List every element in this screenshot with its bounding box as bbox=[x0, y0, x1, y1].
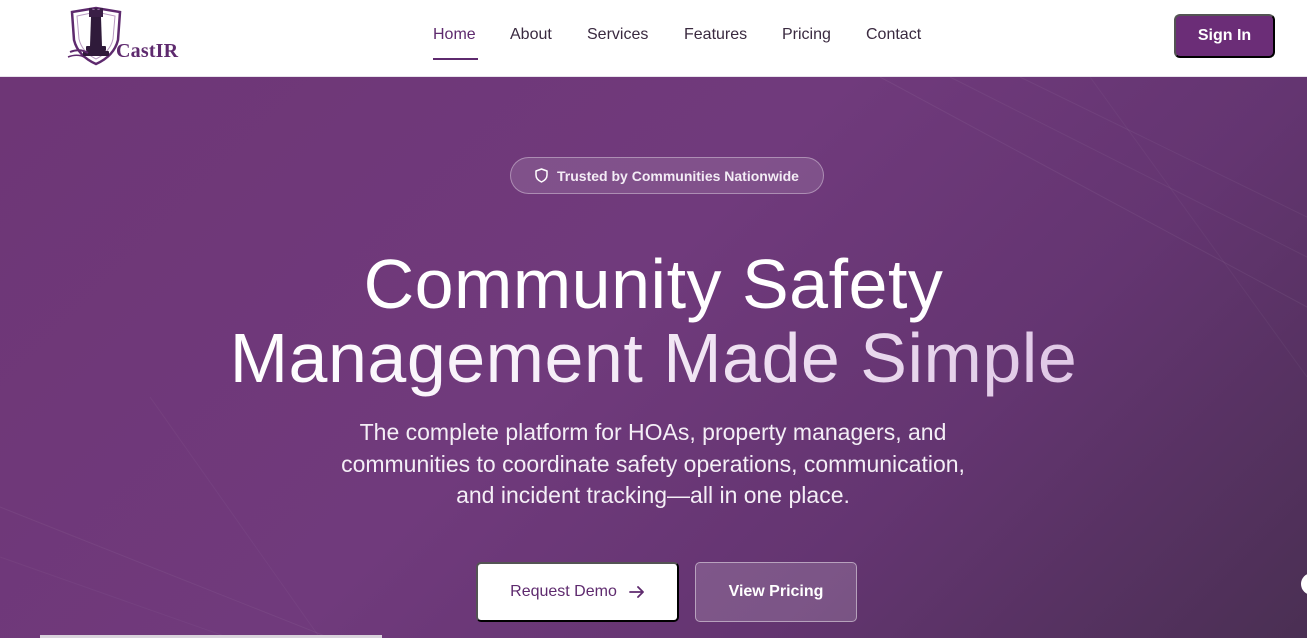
view-pricing-button[interactable]: View Pricing bbox=[695, 562, 857, 622]
nav-features[interactable]: Features bbox=[684, 26, 747, 44]
brand-name: CastIR bbox=[116, 40, 179, 62]
hero-section: Trusted by Communities Nationwide Commun… bbox=[0, 77, 1307, 638]
site-header: CastIR Home About Services Features Pric… bbox=[0, 0, 1307, 77]
hero-subtitle: The complete platform for HOAs, property… bbox=[303, 417, 1003, 512]
hero-title: Community Safety Management Made Simple bbox=[0, 247, 1307, 395]
nav-services[interactable]: Services bbox=[587, 26, 648, 44]
brand-logo[interactable]: CastIR bbox=[66, 6, 186, 68]
nav-pricing[interactable]: Pricing bbox=[782, 26, 831, 44]
hero-title-line-1: Community Safety bbox=[363, 245, 944, 323]
hero-subtitle-line-3: and incident tracking—all in one place. bbox=[456, 482, 850, 508]
nav-contact[interactable]: Contact bbox=[866, 26, 921, 44]
hero-subtitle-line-2: communities to coordinate safety operati… bbox=[341, 450, 965, 477]
nav-about[interactable]: About bbox=[510, 26, 552, 44]
hero-title-line-2: Management Made Simple bbox=[229, 319, 1078, 397]
nav-home[interactable]: Home bbox=[433, 26, 476, 44]
request-demo-label: Request Demo bbox=[510, 583, 617, 600]
sign-in-button[interactable]: Sign In bbox=[1174, 14, 1275, 58]
trust-badge-text: Trusted by Communities Nationwide bbox=[557, 167, 799, 184]
shield-icon bbox=[535, 168, 548, 183]
hero-subtitle-line-1: The complete platform for HOAs, property… bbox=[359, 419, 947, 445]
nav-active-indicator bbox=[433, 58, 478, 60]
request-demo-button[interactable]: Request Demo bbox=[476, 562, 679, 622]
arrow-right-icon bbox=[628, 586, 644, 598]
trust-badge: Trusted by Communities Nationwide bbox=[510, 157, 824, 194]
